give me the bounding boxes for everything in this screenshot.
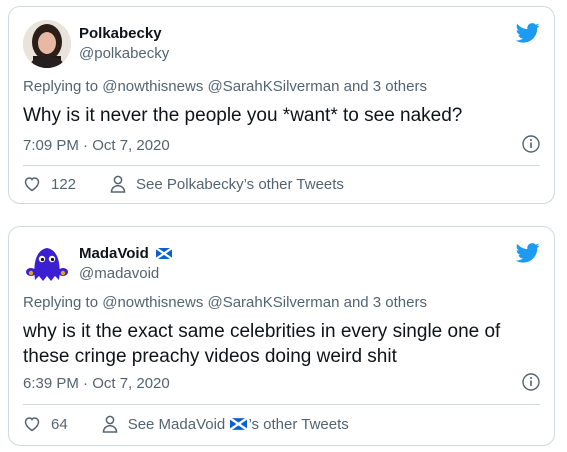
timestamp[interactable]: 6:39 PM · Oct 7, 2020 xyxy=(23,375,170,392)
twitter-bird-icon[interactable] xyxy=(516,23,540,43)
info-icon[interactable] xyxy=(522,373,540,391)
display-name[interactable]: MadaVoid xyxy=(79,245,172,262)
display-name-text[interactable]: MadaVoid xyxy=(79,245,149,262)
display-name[interactable]: Polkabecky xyxy=(79,25,162,42)
avatar[interactable] xyxy=(23,240,71,288)
heart-icon[interactable] xyxy=(23,175,41,193)
tweet-text: Why is it never the people you *want* to… xyxy=(23,105,463,126)
scotland-flag-icon xyxy=(230,417,248,430)
tweet-text-line: these cringe preachy videos doing weird … xyxy=(23,346,397,367)
tweet-actions: 64 See MadaVoid ’s other Tweets xyxy=(23,415,540,433)
divider xyxy=(23,404,540,405)
timestamp[interactable]: 7:09 PM · Oct 7, 2020 xyxy=(23,137,170,154)
scotland-flag-icon xyxy=(155,248,172,259)
see-other-prefix[interactable]: See MadaVoid xyxy=(128,416,230,433)
like-count[interactable]: 122 xyxy=(51,176,76,193)
tweet-text: why is it the exact same celebrities in … xyxy=(23,319,540,369)
heart-icon[interactable] xyxy=(23,415,41,433)
user-handle[interactable]: @madavoid xyxy=(79,265,159,282)
tweet-text-line: why is it the exact same celebrities in … xyxy=(23,321,501,342)
see-other-suffix[interactable]: ’s other Tweets xyxy=(248,416,348,433)
replying-to[interactable]: Replying to @nowthisnews @SarahKSilverma… xyxy=(23,78,427,95)
tweet-card[interactable]: MadaVoid @madavoid Replying to @nowthisn… xyxy=(8,226,555,446)
like-count[interactable]: 64 xyxy=(51,416,68,433)
person-icon xyxy=(110,175,126,193)
info-icon[interactable] xyxy=(522,135,540,153)
person-icon xyxy=(102,415,117,433)
see-other-tweets-link[interactable]: See MadaVoid ’s other Tweets xyxy=(128,416,349,433)
divider xyxy=(23,165,540,166)
see-other-tweets-link[interactable]: See Polkabecky’s other Tweets xyxy=(136,176,344,193)
tweet-actions: 122 See Polkabecky’s other Tweets xyxy=(23,175,540,193)
user-handle[interactable]: @polkabecky xyxy=(79,45,169,62)
replying-to[interactable]: Replying to @nowthisnews @SarahKSilverma… xyxy=(23,294,427,311)
twitter-bird-icon[interactable] xyxy=(516,243,540,263)
avatar[interactable] xyxy=(23,20,71,68)
tweet-card[interactable]: Polkabecky @polkabecky Replying to @nowt… xyxy=(8,6,555,204)
